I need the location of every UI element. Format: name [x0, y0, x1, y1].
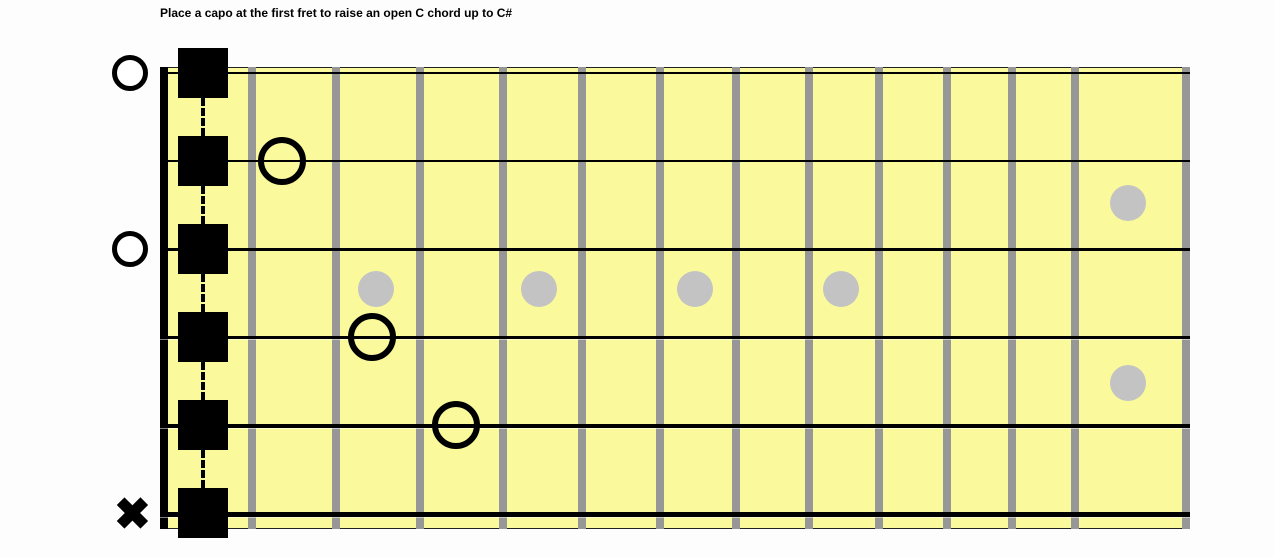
inlay-fret-9 — [823, 271, 859, 307]
string-4-sheen — [160, 339, 1190, 340]
capo-string-5 — [178, 400, 228, 450]
fret-7 — [732, 67, 740, 529]
open-string-1 — [112, 55, 148, 91]
diagram-caption: Place a capo at the first fret to raise … — [160, 6, 512, 20]
fret-11 — [1008, 67, 1016, 529]
open-string-3 — [112, 231, 148, 267]
capo-connector-4-5 — [201, 362, 205, 400]
string-2 — [160, 160, 1190, 162]
fretboard — [160, 67, 1190, 529]
fret-3 — [416, 67, 424, 529]
fret-1 — [248, 67, 256, 529]
capo-string-6 — [178, 488, 228, 538]
capo-string-4 — [178, 312, 228, 362]
fret-9 — [875, 67, 883, 529]
capo-connector-1-2 — [201, 98, 205, 136]
nut — [160, 67, 168, 529]
fret-2 — [332, 67, 340, 529]
string-6-sheen — [160, 517, 1190, 518]
capo-connector-5-6 — [201, 450, 205, 488]
guitar-chord-diagram: ✖ — [100, 35, 1190, 547]
string-3 — [160, 248, 1190, 251]
inlay-fret-12-top — [1110, 185, 1146, 221]
fret-12 — [1071, 67, 1079, 529]
capo-connector-3-4 — [201, 274, 205, 312]
fret-6 — [656, 67, 664, 529]
finger-string-2-fret-2 — [258, 137, 306, 185]
finger-string-5-fret-4 — [432, 401, 480, 449]
capo-string-1 — [178, 48, 228, 98]
string-5-sheen — [160, 428, 1190, 429]
mute-string-6: ✖ — [114, 493, 151, 537]
inlay-fret-5 — [521, 271, 557, 307]
fret-8 — [805, 67, 813, 529]
inlay-fret-12-bottom — [1110, 365, 1146, 401]
inlay-fret-7 — [677, 271, 713, 307]
fret-5 — [578, 67, 586, 529]
finger-string-4-fret-3 — [348, 313, 396, 361]
fret-13 — [1182, 67, 1190, 529]
capo-connector-2-3 — [201, 186, 205, 224]
capo-string-2 — [178, 136, 228, 186]
capo-string-3 — [178, 224, 228, 274]
fret-4 — [499, 67, 507, 529]
fret-10 — [943, 67, 951, 529]
inlay-fret-3 — [358, 271, 394, 307]
string-1 — [160, 72, 1190, 74]
